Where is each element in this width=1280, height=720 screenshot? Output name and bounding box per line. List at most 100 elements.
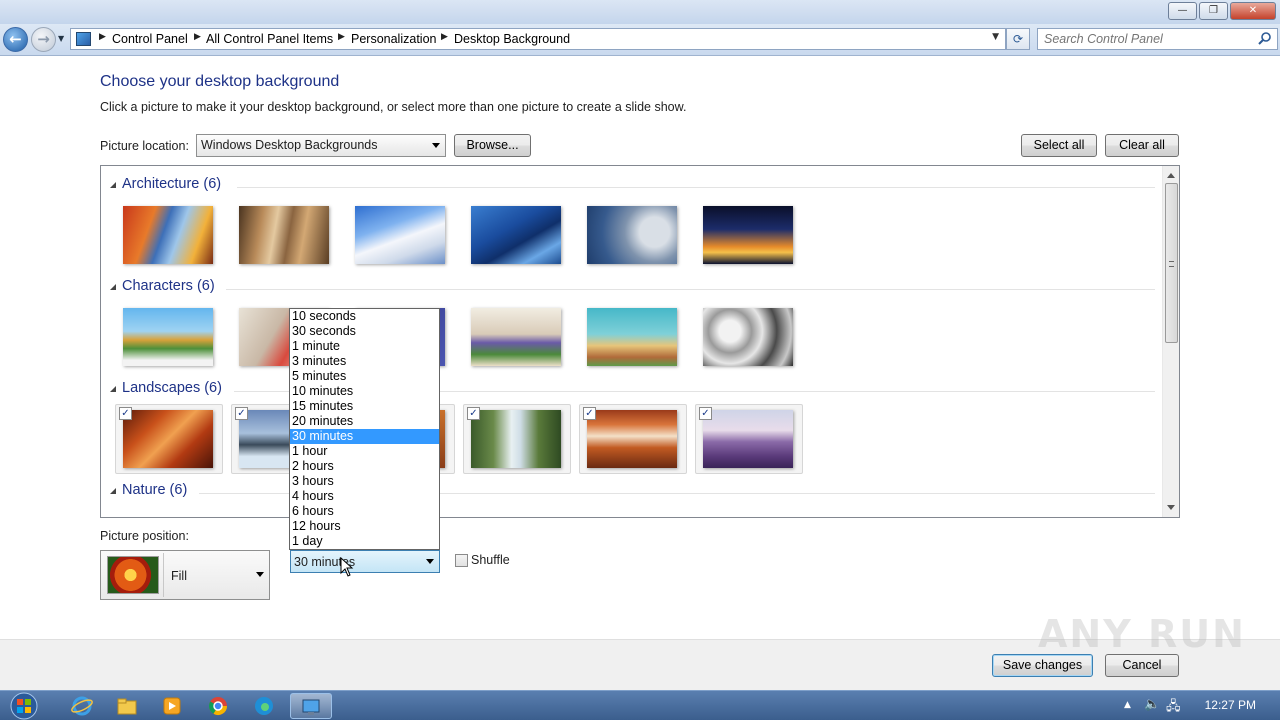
group-header-characters[interactable]: Characters (6) — [109, 278, 1155, 298]
thumbnail-characters-1[interactable] — [123, 308, 213, 366]
interval-option[interactable]: 10 minutes — [290, 384, 439, 399]
interval-option[interactable]: 1 minute — [290, 339, 439, 354]
position-preview-image — [107, 556, 159, 594]
thumbnail-characters-5[interactable] — [587, 308, 677, 366]
thumbnail-architecture-1[interactable] — [123, 206, 213, 264]
picture-position-label: Picture position: — [100, 529, 189, 543]
interval-option[interactable]: 20 minutes — [290, 414, 439, 429]
interval-option[interactable]: 15 minutes — [290, 399, 439, 414]
forward-button[interactable]: → — [31, 27, 56, 52]
breadcrumb-desktop-background[interactable]: Desktop Background — [454, 32, 570, 46]
chevron-down-icon — [432, 143, 440, 148]
collapse-triangle-icon[interactable] — [110, 284, 116, 290]
breadcrumb-arrow-icon[interactable]: ▶ — [338, 32, 345, 42]
interval-option[interactable]: 10 seconds — [290, 309, 439, 324]
collapse-triangle-icon[interactable] — [110, 386, 116, 392]
interval-dropdown-list[interactable]: 10 seconds 30 seconds 1 minute 3 minutes… — [289, 308, 440, 550]
minimize-button[interactable]: — — [1168, 2, 1197, 20]
interval-option[interactable]: 1 hour — [290, 444, 439, 459]
picture-location-select[interactable]: Windows Desktop Backgrounds — [196, 134, 446, 157]
chevron-down-icon — [426, 559, 434, 564]
gallery-scrollbar[interactable] — [1162, 166, 1179, 517]
save-changes-button[interactable]: Save changes — [992, 654, 1093, 677]
thumbnail-architecture-3[interactable] — [355, 206, 445, 264]
interval-option[interactable]: 3 hours — [290, 474, 439, 489]
scroll-down-icon[interactable] — [1167, 505, 1175, 510]
thumbnail-landscapes-5[interactable] — [587, 410, 677, 468]
interval-option[interactable]: 12 hours — [290, 519, 439, 534]
group-header-nature[interactable]: Nature (6) — [109, 482, 1155, 502]
maximize-button[interactable]: ❐ — [1199, 2, 1228, 20]
back-button[interactable]: ← — [3, 27, 28, 52]
show-hidden-icons-icon[interactable]: ▲ — [1124, 700, 1131, 710]
breadcrumb-all-items[interactable]: All Control Panel Items — [206, 32, 333, 46]
picture-position-select[interactable]: Fill — [100, 550, 270, 600]
collapse-triangle-icon[interactable] — [110, 182, 116, 188]
thumbnail-characters-6[interactable] — [703, 308, 793, 366]
clear-all-button[interactable]: Clear all — [1105, 134, 1179, 157]
thumbnail-architecture-5[interactable] — [587, 206, 677, 264]
watermark-logo: ANY RUN — [1038, 612, 1246, 656]
group-header-landscapes[interactable]: Landscapes (6) — [109, 380, 1155, 400]
interval-option[interactable]: 4 hours — [290, 489, 439, 504]
address-dropdown-icon[interactable]: ▼ — [992, 32, 999, 42]
collapse-triangle-icon[interactable] — [110, 488, 116, 494]
file-explorer-icon[interactable] — [107, 693, 147, 719]
landscapes-6-checkbox[interactable]: ✓ — [699, 407, 712, 420]
group-title: Nature (6) — [122, 482, 188, 498]
interval-option[interactable]: 6 hours — [290, 504, 439, 519]
interval-option[interactable]: 2 hours — [290, 459, 439, 474]
interval-option[interactable]: 1 day — [290, 534, 439, 549]
interval-option[interactable]: 30 seconds — [290, 324, 439, 339]
picture-gallery[interactable]: Architecture (6) Characters (6) Landscap… — [100, 165, 1180, 518]
landscapes-5-checkbox[interactable]: ✓ — [583, 407, 596, 420]
breadcrumb-arrow-icon[interactable]: ▶ — [441, 32, 448, 42]
chrome-icon[interactable] — [198, 693, 238, 719]
edge-icon[interactable] — [244, 693, 284, 719]
shuffle-checkbox[interactable] — [455, 554, 468, 567]
landscapes-2-checkbox[interactable]: ✓ — [235, 407, 248, 420]
breadcrumb-control-panel[interactable]: Control Panel — [112, 32, 188, 46]
control-panel-taskbar-button[interactable] — [290, 693, 332, 719]
interval-option[interactable]: 3 minutes — [290, 354, 439, 369]
thumbnail-landscapes-4[interactable] — [471, 410, 561, 468]
thumbnail-landscapes-6[interactable] — [703, 410, 793, 468]
group-divider — [226, 289, 1155, 290]
scroll-up-icon[interactable] — [1167, 173, 1175, 178]
interval-option-selected[interactable]: 30 minutes — [290, 429, 439, 444]
start-button-icon[interactable] — [5, 692, 43, 720]
address-bar[interactable]: ▶ Control Panel ▶ All Control Panel Item… — [70, 28, 1006, 50]
search-box[interactable] — [1037, 28, 1278, 50]
search-input[interactable] — [1044, 31, 1254, 47]
refresh-button[interactable]: ⟳ — [1006, 28, 1030, 50]
network-icon[interactable]: 🖧 — [1166, 697, 1181, 719]
internet-explorer-icon[interactable] — [62, 693, 102, 719]
breadcrumb-arrow-icon[interactable]: ▶ — [99, 32, 106, 42]
close-button[interactable]: ✕ — [1230, 2, 1276, 20]
cancel-button[interactable]: Cancel — [1105, 654, 1179, 677]
interval-select[interactable]: 30 minutes — [290, 550, 440, 573]
window-controls: — ❐ ✕ — [1168, 2, 1276, 20]
clock[interactable]: 12:27 PM — [1205, 698, 1256, 712]
breadcrumb-personalization[interactable]: Personalization — [351, 32, 436, 46]
interval-option[interactable]: 5 minutes — [290, 369, 439, 384]
thumbnail-landscapes-1[interactable] — [123, 410, 213, 468]
thumbnail-architecture-4[interactable] — [471, 206, 561, 264]
scrollbar-thumb[interactable] — [1165, 183, 1178, 343]
thumbnail-architecture-2[interactable] — [239, 206, 329, 264]
search-icon[interactable] — [1258, 31, 1272, 46]
volume-icon[interactable]: 🔈 — [1144, 697, 1160, 712]
recent-pages-dropdown[interactable]: ▼ — [58, 34, 64, 43]
breadcrumb-arrow-icon[interactable]: ▶ — [194, 32, 201, 42]
control-panel-icon — [76, 32, 91, 46]
media-player-icon[interactable] — [152, 693, 192, 719]
group-header-architecture[interactable]: Architecture (6) — [109, 176, 1155, 196]
divider — [163, 553, 164, 597]
thumbnail-architecture-6[interactable] — [703, 206, 793, 264]
landscapes-4-checkbox[interactable]: ✓ — [467, 407, 480, 420]
thumbnail-characters-4[interactable] — [471, 308, 561, 366]
page-subtitle: Click a picture to make it your desktop … — [100, 100, 687, 114]
landscapes-1-checkbox[interactable]: ✓ — [119, 407, 132, 420]
browse-button[interactable]: Browse... — [454, 134, 531, 157]
select-all-button[interactable]: Select all — [1021, 134, 1097, 157]
